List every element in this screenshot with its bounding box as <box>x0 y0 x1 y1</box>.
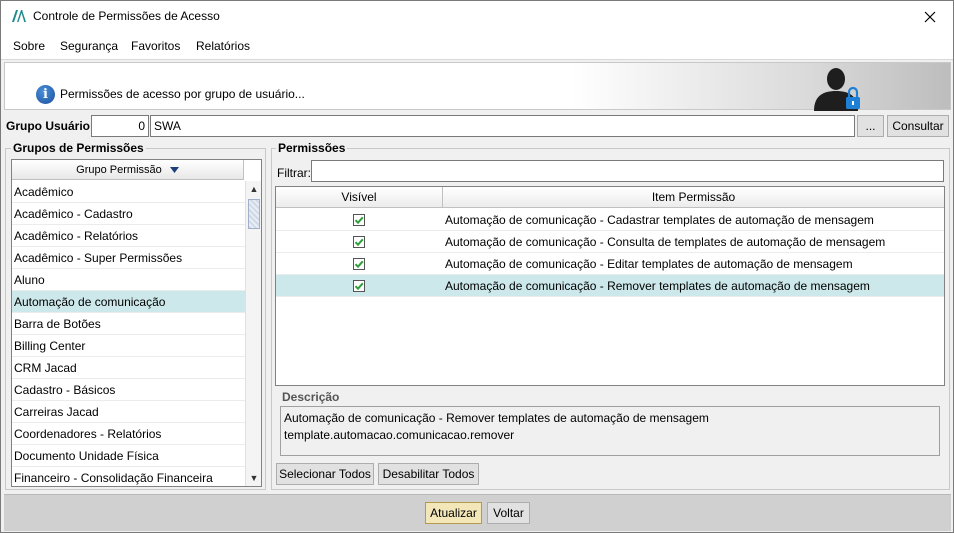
scroll-up-icon[interactable]: ▲ <box>246 181 261 197</box>
grupos-column-header[interactable]: Grupo Permissão <box>12 160 244 180</box>
list-item[interactable]: Aluno <box>12 269 245 291</box>
grupos-list-body: Acadêmico Acadêmico - Cadastro Acadêmico -… <box>12 181 245 486</box>
menu-seguranca[interactable]: Segurança <box>60 39 118 53</box>
check-icon <box>354 216 364 225</box>
filter-input[interactable] <box>311 160 944 182</box>
title-bar: Controle de Permissões de Acesso <box>1 1 953 32</box>
visible-checkbox[interactable] <box>353 214 365 226</box>
item-permissao-cell: Automação de comunicação - Editar templa… <box>445 257 853 271</box>
main-window: Controle de Permissões de Acesso Sobre S… <box>0 0 954 533</box>
item-permissao-cell: Automação de comunicação - Cadastrar tem… <box>445 213 874 227</box>
scroll-thumb[interactable] <box>248 199 260 229</box>
visible-checkbox[interactable] <box>353 258 365 270</box>
app-logo-icon <box>12 10 26 22</box>
grupo-usuario-name-field[interactable]: SWA <box>150 115 855 137</box>
disable-all-button[interactable]: Desabilitar Todos <box>378 463 479 485</box>
menu-sobre[interactable]: Sobre <box>13 39 45 53</box>
list-item[interactable]: Acadêmico - Relatórios <box>12 225 245 247</box>
table-row[interactable]: Automação de comunicação - Remover templ… <box>276 275 944 297</box>
descricao-title: Descrição <box>280 390 342 404</box>
descricao-line-2: template.automacao.comunicacao.remover <box>284 428 515 442</box>
consultar-button[interactable]: Consultar <box>887 115 949 137</box>
footer-bar: Atualizar Voltar <box>4 494 951 531</box>
menu-favoritos[interactable]: Favoritos <box>131 39 180 53</box>
list-item[interactable]: Acadêmico - Cadastro <box>12 203 245 225</box>
banner-text: Permissões de acesso por grupo de usuári… <box>60 87 305 101</box>
descricao-text: Automação de comunicação - Remover templ… <box>280 406 940 456</box>
list-item[interactable]: Financeiro - Consolidação Financeira <box>12 467 245 486</box>
table-row[interactable]: Automação de comunicação - Editar templa… <box>276 253 944 275</box>
grupo-usuario-label: Grupo Usuário: <box>6 119 95 133</box>
grupo-usuario-code-field[interactable]: 0 <box>91 115 149 137</box>
user-lock-icon <box>814 68 860 111</box>
info-icon: i <box>36 85 55 104</box>
visible-checkbox[interactable] <box>353 236 365 248</box>
column-item-permissao[interactable]: Item Permissão <box>443 187 944 208</box>
visible-checkbox[interactable] <box>353 280 365 292</box>
list-item[interactable]: Automação de comunicação <box>12 291 245 313</box>
permissoes-grid[interactable]: Visível Item Permissão Automação de comu… <box>275 186 945 386</box>
select-all-button[interactable]: Selecionar Todos <box>276 463 374 485</box>
column-visivel[interactable]: Visível <box>276 187 443 208</box>
browse-button[interactable]: ... <box>857 115 884 137</box>
check-icon <box>354 260 364 269</box>
atualizar-button[interactable]: Atualizar <box>425 502 482 524</box>
list-item[interactable]: Barra de Botões <box>12 313 245 335</box>
menu-bar: Sobre Segurança Favoritos Relatórios <box>1 32 953 60</box>
descricao-line-1: Automação de comunicação - Remover templ… <box>284 411 709 425</box>
filter-label: Filtrar: <box>277 166 311 180</box>
list-item[interactable]: Acadêmico - Super Permissões <box>12 247 245 269</box>
sort-down-icon <box>169 167 179 174</box>
list-item[interactable]: Coordenadores - Relatórios <box>12 423 245 445</box>
voltar-button[interactable]: Voltar <box>487 502 530 524</box>
table-row[interactable]: Automação de comunicação - Consulta de t… <box>276 231 944 253</box>
header-banner: i Permissões de acesso por grupo de usuá… <box>4 62 951 111</box>
list-item[interactable]: CRM Jacad <box>12 357 245 379</box>
check-icon <box>354 282 364 291</box>
item-permissao-cell: Automação de comunicação - Consulta de t… <box>445 235 886 249</box>
grupos-title: Grupos de Permissões <box>11 141 146 155</box>
item-permissao-cell: Automação de comunicação - Remover templ… <box>445 279 870 293</box>
close-icon <box>924 11 936 22</box>
table-row[interactable]: Automação de comunicação - Cadastrar tem… <box>276 209 944 231</box>
list-item[interactable]: Billing Center <box>12 335 245 357</box>
check-icon <box>354 238 364 247</box>
list-item[interactable]: Documento Unidade Física <box>12 445 245 467</box>
list-item[interactable]: Acadêmico <box>12 181 245 203</box>
grid-header: Visível Item Permissão <box>276 187 944 208</box>
list-item[interactable]: Cadastro - Básicos <box>12 379 245 401</box>
scroll-down-icon[interactable]: ▼ <box>246 470 261 486</box>
permissoes-title: Permissões <box>276 141 348 155</box>
list-item[interactable]: Carreiras Jacad <box>12 401 245 423</box>
grupos-list[interactable]: Grupo Permissão Acadêmico Acadêmico - Cad… <box>11 159 262 487</box>
window-title: Controle de Permissões de Acesso <box>33 9 220 23</box>
close-button[interactable] <box>907 1 953 32</box>
menu-relatorios[interactable]: Relatórios <box>196 39 250 53</box>
grupos-scrollbar[interactable]: ▲ ▼ <box>245 181 261 486</box>
